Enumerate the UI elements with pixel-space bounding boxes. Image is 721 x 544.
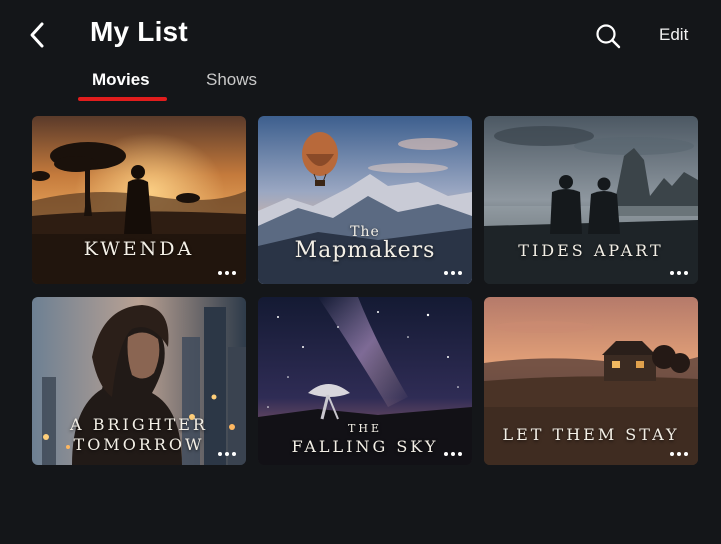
search-icon — [596, 24, 621, 49]
card-title: Mapmakers — [294, 238, 436, 263]
active-tab-indicator — [78, 97, 167, 101]
card-title: KWENDA — [83, 238, 195, 260]
movie-card-the-mapmakers[interactable]: The Mapmakers — [258, 116, 472, 284]
card-title-line1: A BRIGHTER — [70, 415, 208, 434]
tab-movies[interactable]: Movies — [92, 70, 150, 90]
card-title: LET THEM STAY — [502, 425, 680, 444]
card-title: FALLING SKY — [291, 437, 439, 456]
chevron-left-icon — [30, 22, 44, 48]
movie-card-the-falling-sky[interactable]: THE FALLING SKY — [258, 297, 472, 465]
more-options-button[interactable] — [444, 449, 462, 459]
more-options-button[interactable] — [670, 449, 688, 459]
edit-button[interactable]: Edit — [659, 25, 688, 45]
more-options-button[interactable] — [444, 268, 462, 278]
card-title-prefix: THE — [348, 422, 382, 435]
card-title-line2: TOMORROW — [73, 435, 205, 454]
search-button[interactable] — [594, 22, 622, 50]
back-button[interactable] — [24, 20, 52, 50]
movie-card-a-brighter-tomorrow[interactable]: A BRIGHTER TOMORROW — [32, 297, 246, 465]
movie-card-kwenda[interactable]: KWENDA — [32, 116, 246, 284]
tab-shows[interactable]: Shows — [206, 70, 257, 90]
more-options-button[interactable] — [670, 268, 688, 278]
movie-card-let-them-stay[interactable]: LET THEM STAY — [484, 297, 698, 465]
card-title: TIDES APART — [518, 241, 664, 260]
more-options-button[interactable] — [218, 449, 236, 459]
more-options-button[interactable] — [218, 268, 236, 278]
app-header: My List Edit — [0, 0, 721, 64]
page-title: My List — [90, 16, 188, 47]
movie-card-tides-apart[interactable]: TIDES APART — [484, 116, 698, 284]
